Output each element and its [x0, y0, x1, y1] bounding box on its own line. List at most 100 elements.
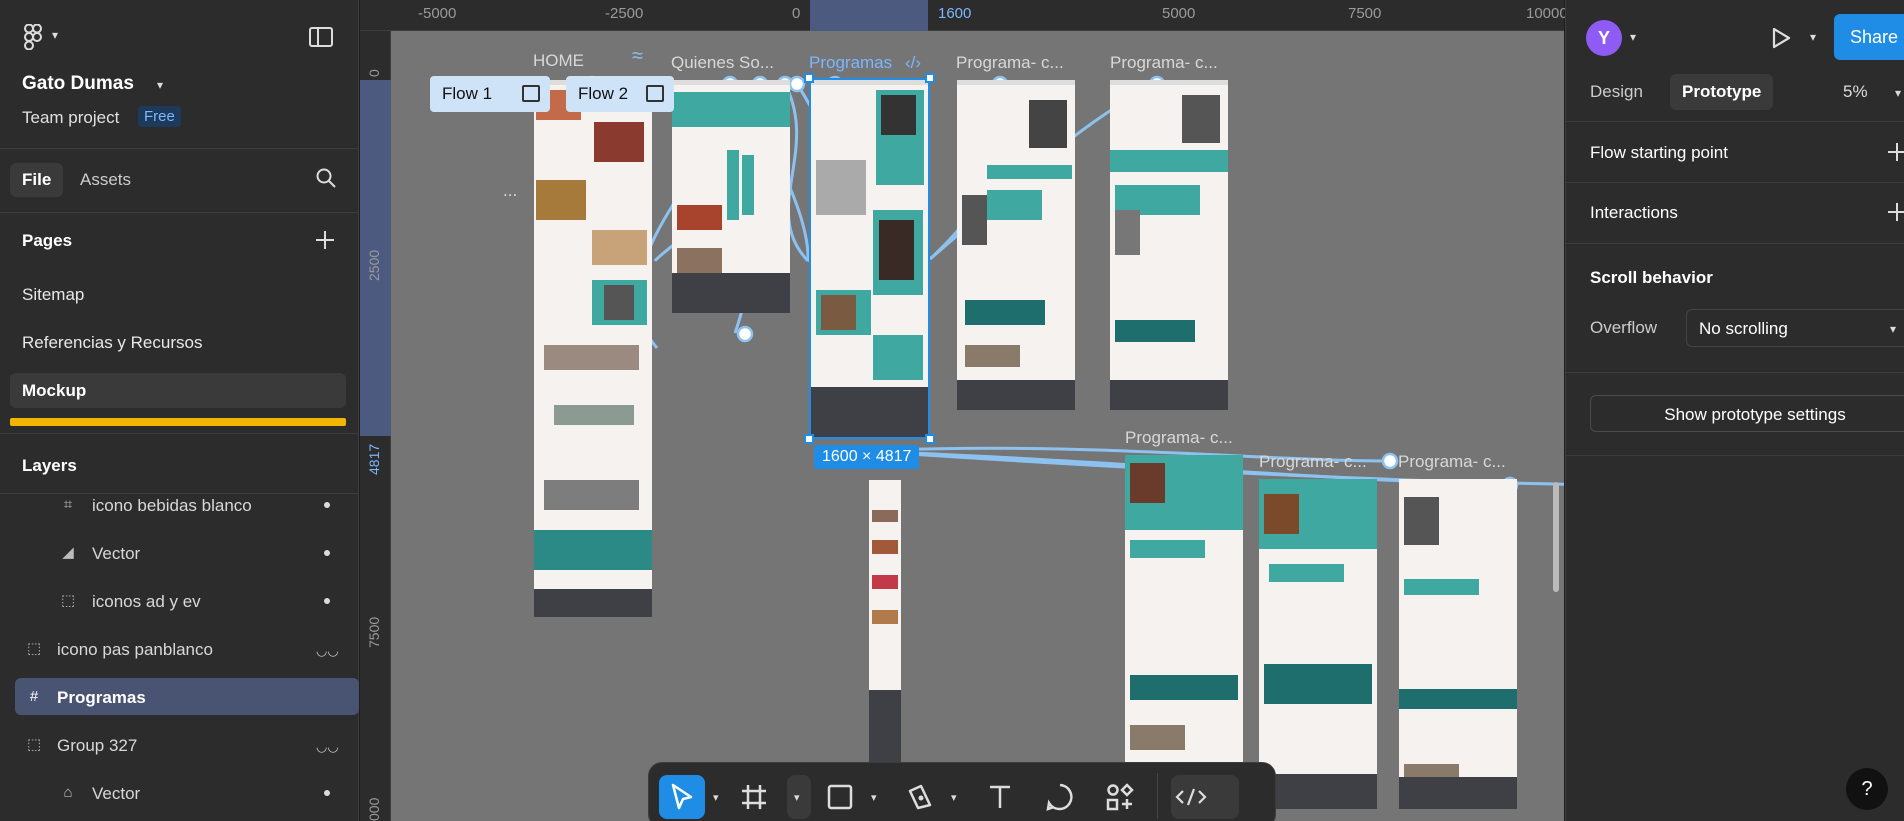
figma-logo-icon[interactable] [22, 24, 44, 50]
add-page-icon[interactable] [316, 231, 334, 249]
project-name[interactable]: Gato Dumas [22, 73, 134, 95]
frame-label[interactable]: Quienes So... [671, 53, 774, 73]
chevron-down-icon[interactable]: ▾ [1895, 86, 1901, 100]
layer-row[interactable]: # Programas [0, 679, 359, 715]
hidden-eye-icon[interactable]: ◡◡ [316, 643, 339, 659]
frame-label[interactable]: Programa- c... [1259, 452, 1367, 472]
ruler-selection-range [810, 0, 928, 31]
page-item-sitemap[interactable]: Sitemap [22, 285, 84, 305]
add-flow-icon[interactable] [1888, 143, 1904, 161]
help-button[interactable]: ? [1846, 768, 1888, 810]
ruler-mark: -5000 [418, 5, 457, 22]
frame-programa-c-2[interactable] [1110, 80, 1228, 410]
page-item-mockup[interactable]: Mockup [10, 373, 346, 408]
pages-title: Pages [22, 231, 73, 250]
flow-label: Flow 2 [578, 84, 629, 103]
ruler-mark: 5000 [1162, 5, 1196, 22]
bottom-toolbar: ▾ ▾ ▾ ▾ [648, 762, 1276, 821]
divider [1566, 243, 1904, 244]
dev-mode-toggle[interactable] [1171, 775, 1239, 819]
frame-programa-c-3[interactable] [1125, 455, 1243, 785]
chevron-down-icon[interactable]: ▾ [52, 28, 58, 42]
chevron-down-icon[interactable]: ▾ [951, 791, 957, 804]
layer-dot [324, 550, 330, 556]
tab-design[interactable]: Design [1590, 82, 1643, 102]
layer-name: Vector [92, 544, 141, 563]
page-section-highlight [10, 418, 346, 426]
design-canvas[interactable]: 1600 × 4817 HOME Quienes So... Programas… [360, 31, 1564, 821]
ruler-mark: 4817 [366, 443, 382, 475]
frame-label[interactable]: Programas [809, 53, 892, 73]
canvas-scrollbar[interactable] [1553, 482, 1559, 592]
overflow-select[interactable]: No scrolling [1686, 309, 1904, 347]
left-panel: ▾ Gato Dumas ▾ Team project Free File As… [0, 0, 359, 821]
frame-label[interactable]: Programa- c... [1110, 53, 1218, 73]
resize-handle[interactable] [804, 73, 814, 83]
chevron-down-icon[interactable]: ▾ [1890, 322, 1896, 336]
add-interaction-icon[interactable] [1888, 203, 1904, 221]
plan-badge[interactable]: Free [138, 106, 181, 127]
comment-tool-button[interactable] [1037, 775, 1083, 819]
layer-dot [324, 790, 330, 796]
cursor-icon [671, 783, 693, 810]
flow-2-tag[interactable]: Flow 2 [566, 76, 674, 112]
code-icon[interactable]: ‹/› [905, 53, 921, 73]
sidebar-toggle-icon[interactable] [309, 27, 333, 47]
divider [1566, 455, 1904, 456]
layer-row[interactable]: ⌂ Vector [0, 775, 359, 811]
frame-home[interactable] [534, 80, 652, 617]
present-play-icon[interactable] [1769, 26, 1793, 50]
frame-icon: # [29, 688, 39, 705]
search-icon[interactable] [316, 168, 336, 188]
frame-tool-button[interactable] [731, 775, 777, 819]
pen-tool-button[interactable] [897, 775, 943, 819]
chevron-down-icon[interactable]: ▾ [157, 78, 163, 92]
frame-programa-c-1[interactable] [957, 80, 1075, 410]
resize-handle[interactable] [925, 73, 935, 83]
frame-quienes-somos[interactable] [672, 80, 790, 313]
ruler-mark: 0 [366, 69, 382, 77]
rectangle-icon [827, 784, 853, 810]
ruler-mark: 2500 [366, 249, 382, 281]
group-icon: ⬚ [26, 640, 42, 657]
layer-row[interactable]: ⌗ icono bebidas blanco [0, 487, 359, 523]
rectangle-tool-button[interactable] [817, 775, 863, 819]
resize-handle[interactable] [925, 434, 935, 444]
show-prototype-settings-button[interactable]: Show prototype settings [1590, 395, 1904, 432]
chevron-down-icon[interactable]: ▾ [871, 791, 877, 804]
frame-label[interactable]: Programa- c... [1398, 452, 1506, 472]
tab-file[interactable]: File [10, 163, 64, 197]
scroll-behavior-title: Scroll behavior [1590, 268, 1713, 287]
chevron-down-icon[interactable]: ▾ [1630, 30, 1636, 44]
frame-tool-menu[interactable]: ▾ [787, 775, 811, 819]
resources-tool-button[interactable] [1097, 775, 1143, 819]
zoom-level[interactable]: 5% [1843, 82, 1868, 102]
divider [1566, 121, 1904, 122]
move-tool-button[interactable] [659, 775, 705, 819]
layer-row[interactable]: ⬚ iconos ad y ev [0, 583, 359, 619]
frame-label[interactable]: Programa- c... [1125, 428, 1233, 448]
layer-name: Programas [57, 688, 146, 707]
chevron-down-icon[interactable]: ▾ [1810, 30, 1816, 44]
horizontal-ruler: -5000 -2500 0 1600 5000 7500 10000 [360, 0, 1568, 31]
tab-prototype[interactable]: Prototype [1670, 74, 1774, 110]
layer-row[interactable]: ⬚ Group 327 ◡◡ [0, 727, 359, 763]
frame-programa-c-4[interactable] [1259, 479, 1377, 809]
user-avatar[interactable]: Y [1586, 20, 1622, 56]
frame-label[interactable]: Programa- c... [956, 53, 1064, 73]
flow-1-tag[interactable]: Flow 1 [430, 76, 550, 112]
page-item-referencias[interactable]: Referencias y Recursos [22, 333, 202, 353]
frame-programa-c-5[interactable] [1399, 479, 1517, 809]
chevron-down-icon[interactable]: ▾ [713, 791, 719, 804]
hidden-eye-icon[interactable]: ◡◡ [316, 739, 339, 755]
resize-handle[interactable] [804, 434, 814, 444]
share-button[interactable]: Share [1834, 14, 1904, 60]
layer-row[interactable]: ⬚ icono pas panblanco ◡◡ [0, 631, 359, 667]
frame-label[interactable]: HOME [533, 51, 584, 71]
selection-outline [809, 78, 930, 439]
text-tool-button[interactable] [977, 775, 1023, 819]
layer-row[interactable]: ◢ Vector [0, 535, 359, 571]
tab-assets[interactable]: Assets [80, 170, 131, 190]
layer-dot [324, 598, 330, 604]
group-icon: ⬚ [60, 592, 76, 609]
